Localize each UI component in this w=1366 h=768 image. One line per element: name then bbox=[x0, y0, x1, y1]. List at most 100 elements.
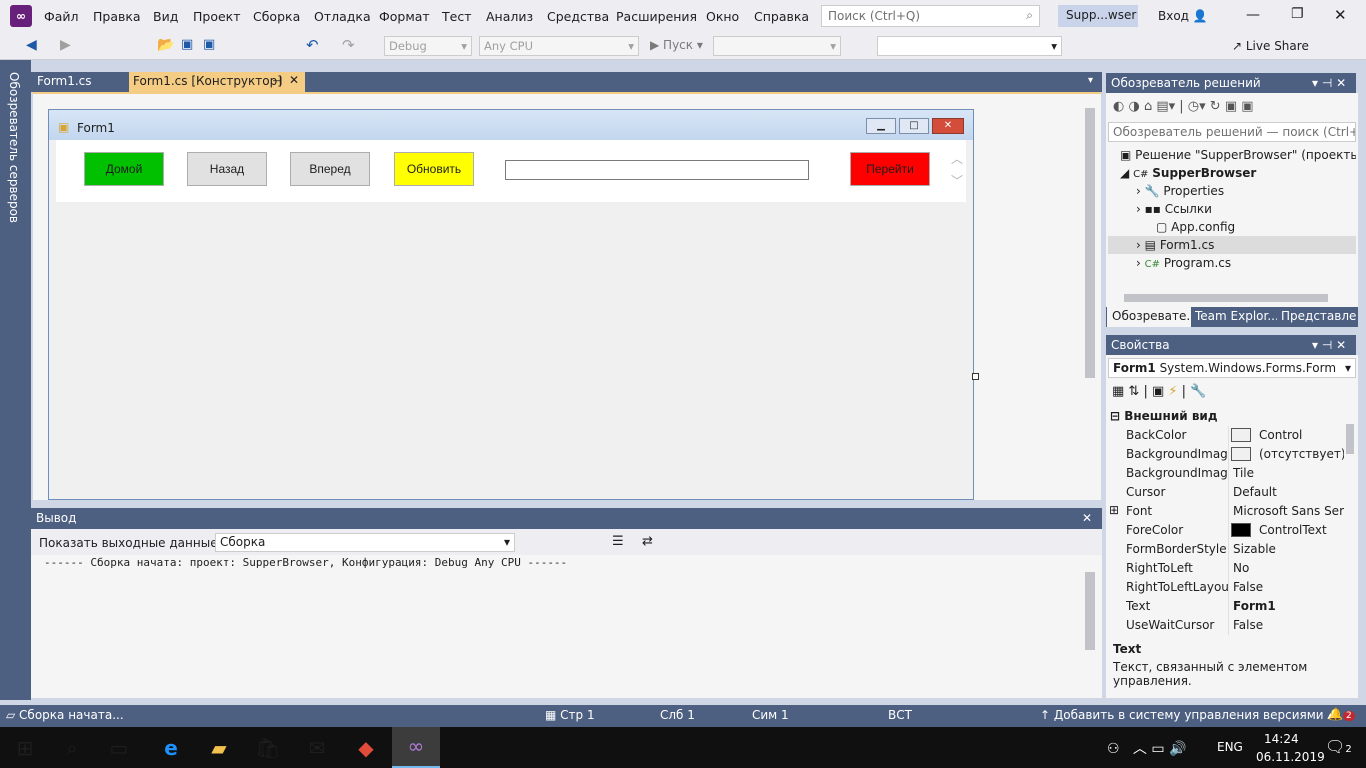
property-row[interactable]: RightToLeft No bbox=[1108, 559, 1344, 578]
edge-icon[interactable]: e bbox=[156, 733, 186, 763]
designer-scrollbar[interactable] bbox=[1085, 108, 1095, 378]
minimize-button[interactable]: — bbox=[1246, 7, 1260, 23]
properties-object-select[interactable]: Form1 System.Windows.Forms.Form ▾ bbox=[1108, 358, 1356, 378]
close-output-icon[interactable]: ✕ bbox=[1082, 511, 1092, 525]
tree-project[interactable]: ◢ C# SupperBrowser bbox=[1108, 164, 1356, 182]
search-taskbar-icon[interactable]: ⌕ bbox=[57, 733, 87, 763]
task-view-icon[interactable]: ▭ bbox=[104, 733, 134, 763]
property-row[interactable]: Text Form1 bbox=[1108, 597, 1344, 616]
tray-icons[interactable]: ⚇ ︿ ▭ 🔊 bbox=[1107, 738, 1186, 758]
menu-item-3[interactable]: Проект bbox=[193, 9, 241, 24]
property-value[interactable]: False bbox=[1233, 618, 1344, 632]
menu-item-9[interactable]: Средства bbox=[547, 9, 609, 24]
property-value[interactable]: Tile bbox=[1233, 466, 1344, 480]
output-scrollbar[interactable] bbox=[1085, 572, 1095, 650]
open-icon[interactable]: 📂 bbox=[157, 37, 174, 53]
form-minimize-button[interactable]: ▁ bbox=[866, 118, 896, 134]
property-row[interactable]: BackColor Control bbox=[1108, 426, 1344, 445]
property-row[interactable]: Font Microsoft Sans Serif; ⊞ bbox=[1108, 502, 1344, 521]
menu-item-6[interactable]: Формат bbox=[379, 9, 430, 24]
find-combo[interactable]: ▾ bbox=[877, 36, 1062, 56]
property-value[interactable]: Sizable bbox=[1233, 542, 1344, 556]
property-value[interactable]: Form1 bbox=[1233, 599, 1344, 613]
property-value[interactable]: Control bbox=[1259, 428, 1344, 442]
menu-item-8[interactable]: Анализ bbox=[486, 9, 533, 24]
output-source-select[interactable]: Сборка ▾ bbox=[215, 533, 515, 552]
redo-icon[interactable]: ↷ bbox=[342, 36, 355, 54]
property-row[interactable]: ForeColor ControlText bbox=[1108, 521, 1344, 540]
tree-app-config[interactable]: ▢ App.config bbox=[1108, 218, 1356, 236]
form-close-button[interactable]: ✕ bbox=[932, 118, 964, 134]
language-indicator[interactable]: ENG bbox=[1217, 740, 1243, 754]
property-value[interactable]: Microsoft Sans Serif; bbox=[1233, 504, 1344, 518]
property-row[interactable]: FormBorderStyle Sizable bbox=[1108, 540, 1344, 559]
project-badge[interactable]: Supp...wser bbox=[1058, 5, 1138, 27]
forward-button[interactable]: Вперед bbox=[290, 152, 370, 186]
go-button[interactable]: Перейти bbox=[850, 152, 930, 186]
tab-form1-designer[interactable]: Form1.cs [Конструктор] ⊣ ✕ bbox=[129, 72, 305, 92]
startup-select[interactable]: ▾ bbox=[713, 36, 841, 56]
tree-form1[interactable]: › ▤ Form1.cs bbox=[1108, 236, 1356, 254]
property-row[interactable]: BackgroundImageL Tile bbox=[1108, 464, 1344, 483]
clock-date[interactable]: 06.11.2019 bbox=[1256, 750, 1325, 764]
vs-logo-icon[interactable]: ∞ bbox=[10, 5, 32, 27]
pin-icon[interactable]: ⊣ bbox=[272, 74, 282, 88]
menu-item-10[interactable]: Расширения bbox=[616, 9, 697, 24]
form-maximize-button[interactable]: □ bbox=[899, 118, 929, 134]
run-button[interactable]: ▶ Пуск ▾ bbox=[650, 38, 703, 52]
property-row[interactable]: UseWaitCursor False bbox=[1108, 616, 1344, 635]
property-value[interactable]: (отсутствует) bbox=[1259, 447, 1344, 461]
tree-properties[interactable]: › 🔧 Properties bbox=[1108, 182, 1356, 200]
clock-time[interactable]: 14:24 bbox=[1264, 732, 1299, 746]
menu-item-7[interactable]: Тест bbox=[442, 9, 471, 24]
menu-item-12[interactable]: Справка bbox=[754, 9, 809, 24]
visual-studio-taskbar-icon[interactable]: ∞ bbox=[392, 727, 440, 768]
windows-start-icon[interactable]: ⊞ bbox=[10, 733, 40, 763]
search-input[interactable]: Поиск (Ctrl+Q) ⌕ bbox=[821, 5, 1040, 27]
resize-handle[interactable] bbox=[972, 373, 979, 380]
undo-icon[interactable]: ↶ bbox=[306, 36, 319, 54]
output-body[interactable] bbox=[31, 555, 1102, 698]
solution-hscrollbar[interactable] bbox=[1124, 294, 1328, 302]
app-icon[interactable]: ◆ bbox=[351, 733, 381, 763]
property-value[interactable]: False bbox=[1233, 580, 1344, 594]
property-value[interactable]: No bbox=[1233, 561, 1344, 575]
refresh-button[interactable]: Обновить bbox=[394, 152, 474, 186]
menu-item-4[interactable]: Сборка bbox=[253, 9, 300, 24]
tree-references[interactable]: › ▪▪ Ссылки bbox=[1108, 200, 1356, 218]
clear-output-icon[interactable]: ☰ bbox=[612, 534, 624, 549]
property-category[interactable]: ⊟ Внешний вид bbox=[1110, 409, 1218, 423]
login-button[interactable]: Вход 👤 bbox=[1158, 9, 1208, 23]
menu-item-5[interactable]: Отладка bbox=[314, 9, 371, 24]
save-icon[interactable]: ▣ bbox=[181, 37, 193, 52]
menu-item-2[interactable]: Вид bbox=[153, 9, 178, 24]
platform-select[interactable]: Any CPU ▾ bbox=[479, 36, 639, 56]
home-button[interactable]: Домой bbox=[84, 152, 164, 186]
solution-search-input[interactable]: Обозреватель решений — поиск (Ctrl+ bbox=[1108, 122, 1356, 142]
server-explorer-tab[interactable]: Обозреватель серверов bbox=[7, 72, 21, 223]
expand-icon[interactable]: ⊞ bbox=[1109, 503, 1119, 517]
notification-icon[interactable]: 🔔 2 bbox=[1328, 707, 1355, 721]
save-all-icon[interactable]: ▣ bbox=[203, 37, 215, 52]
word-wrap-icon[interactable]: ⇄ bbox=[642, 534, 653, 549]
mail-icon[interactable]: ✉ bbox=[302, 733, 332, 763]
property-row[interactable]: Cursor Default bbox=[1108, 483, 1344, 502]
events-icon[interactable]: ⚡ bbox=[1168, 384, 1177, 399]
forward-nav-icon[interactable]: ▶ bbox=[60, 37, 71, 53]
back-nav-icon[interactable]: ◀ bbox=[26, 37, 37, 53]
tab-form1-cs[interactable]: Form1.cs bbox=[31, 72, 129, 92]
property-value[interactable]: Default bbox=[1233, 485, 1344, 499]
file-explorer-icon[interactable]: ▰ bbox=[204, 733, 234, 763]
store-icon[interactable]: 🛍 bbox=[253, 733, 283, 763]
tabs-dropdown-icon[interactable]: ▾ bbox=[1088, 75, 1093, 86]
back-button[interactable]: Назад bbox=[187, 152, 267, 186]
tab-class-view[interactable]: Представле... bbox=[1281, 309, 1357, 323]
menu-item-11[interactable]: Окно bbox=[706, 9, 739, 24]
menu-item-1[interactable]: Правка bbox=[93, 9, 141, 24]
action-center-icon[interactable]: 🗨2 bbox=[1325, 737, 1352, 756]
vcs-button[interactable]: ↑ Добавить в систему управления версиями… bbox=[1040, 708, 1333, 722]
tab-solution-explorer[interactable]: Обозревате... bbox=[1107, 307, 1191, 327]
url-textbox[interactable] bbox=[505, 160, 809, 180]
live-share-button[interactable]: ↗ Live Share bbox=[1232, 39, 1309, 53]
property-row[interactable]: BackgroundImage (отсутствует) bbox=[1108, 445, 1344, 464]
